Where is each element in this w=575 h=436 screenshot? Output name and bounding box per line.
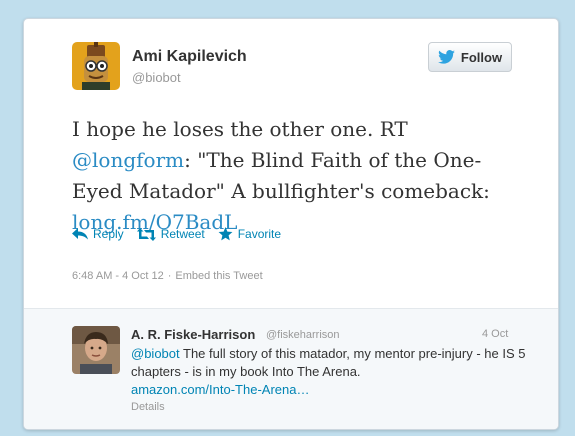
reply-label: Reply (93, 227, 124, 241)
follow-label: Follow (460, 49, 503, 65)
favorite-label: Favorite (237, 227, 282, 241)
embed-tweet-link[interactable]: Embed this Tweet (175, 270, 262, 282)
reply-button[interactable]: Reply (72, 227, 124, 241)
favorite-button[interactable]: Favorite (218, 227, 281, 241)
reply-url-link[interactable]: amazon.com/Into-The-Arena… (131, 382, 309, 397)
reply-tweet: A. R. Fiske-Harrison @fiskeharrison 4 Oc… (24, 309, 558, 429)
tweet-mention-link[interactable]: @longform (72, 148, 184, 172)
reply-date[interactable]: 4 Oct (482, 328, 508, 340)
reply-text: @biobot The full story of this matador, … (131, 345, 541, 399)
tweet-text: I hope he loses the other one. RT @longf… (72, 114, 522, 238)
author-handle[interactable]: @biobot (132, 70, 181, 85)
reply-text-body: The full story of this matador, my mento… (131, 346, 526, 379)
reply-author-handle[interactable]: @fiskeharrison (266, 329, 340, 341)
reply-details-link[interactable]: Details (131, 401, 165, 413)
meta-separator: · (167, 270, 172, 282)
tweet-timestamp[interactable]: 6:48 AM - 4 Oct 12 (72, 270, 164, 282)
reply-mention-link[interactable]: @biobot (131, 346, 180, 361)
star-icon (218, 227, 233, 241)
tweet-actions: Reply Retweet Favorite (72, 227, 294, 241)
reply-author-name[interactable]: A. R. Fiske-Harrison (131, 327, 255, 342)
tweet-card: Ami Kapilevich @biobot Follow I hope he … (23, 18, 559, 430)
retweet-label: Retweet (160, 227, 205, 241)
follow-button[interactable]: Follow (428, 42, 512, 72)
twitter-bird-icon (438, 50, 455, 64)
tweet-text-lead: I hope he loses the other one. RT (72, 117, 408, 141)
tweet-meta: 6:48 AM - 4 Oct 12 · Embed this Tweet (72, 270, 263, 282)
author-name[interactable]: Ami Kapilevich (132, 48, 247, 66)
retweet-icon (136, 227, 156, 241)
retweet-button[interactable]: Retweet (136, 227, 205, 241)
reply-author-avatar[interactable] (72, 326, 120, 374)
author-avatar[interactable] (72, 42, 120, 90)
reply-arrow-icon (72, 228, 88, 240)
